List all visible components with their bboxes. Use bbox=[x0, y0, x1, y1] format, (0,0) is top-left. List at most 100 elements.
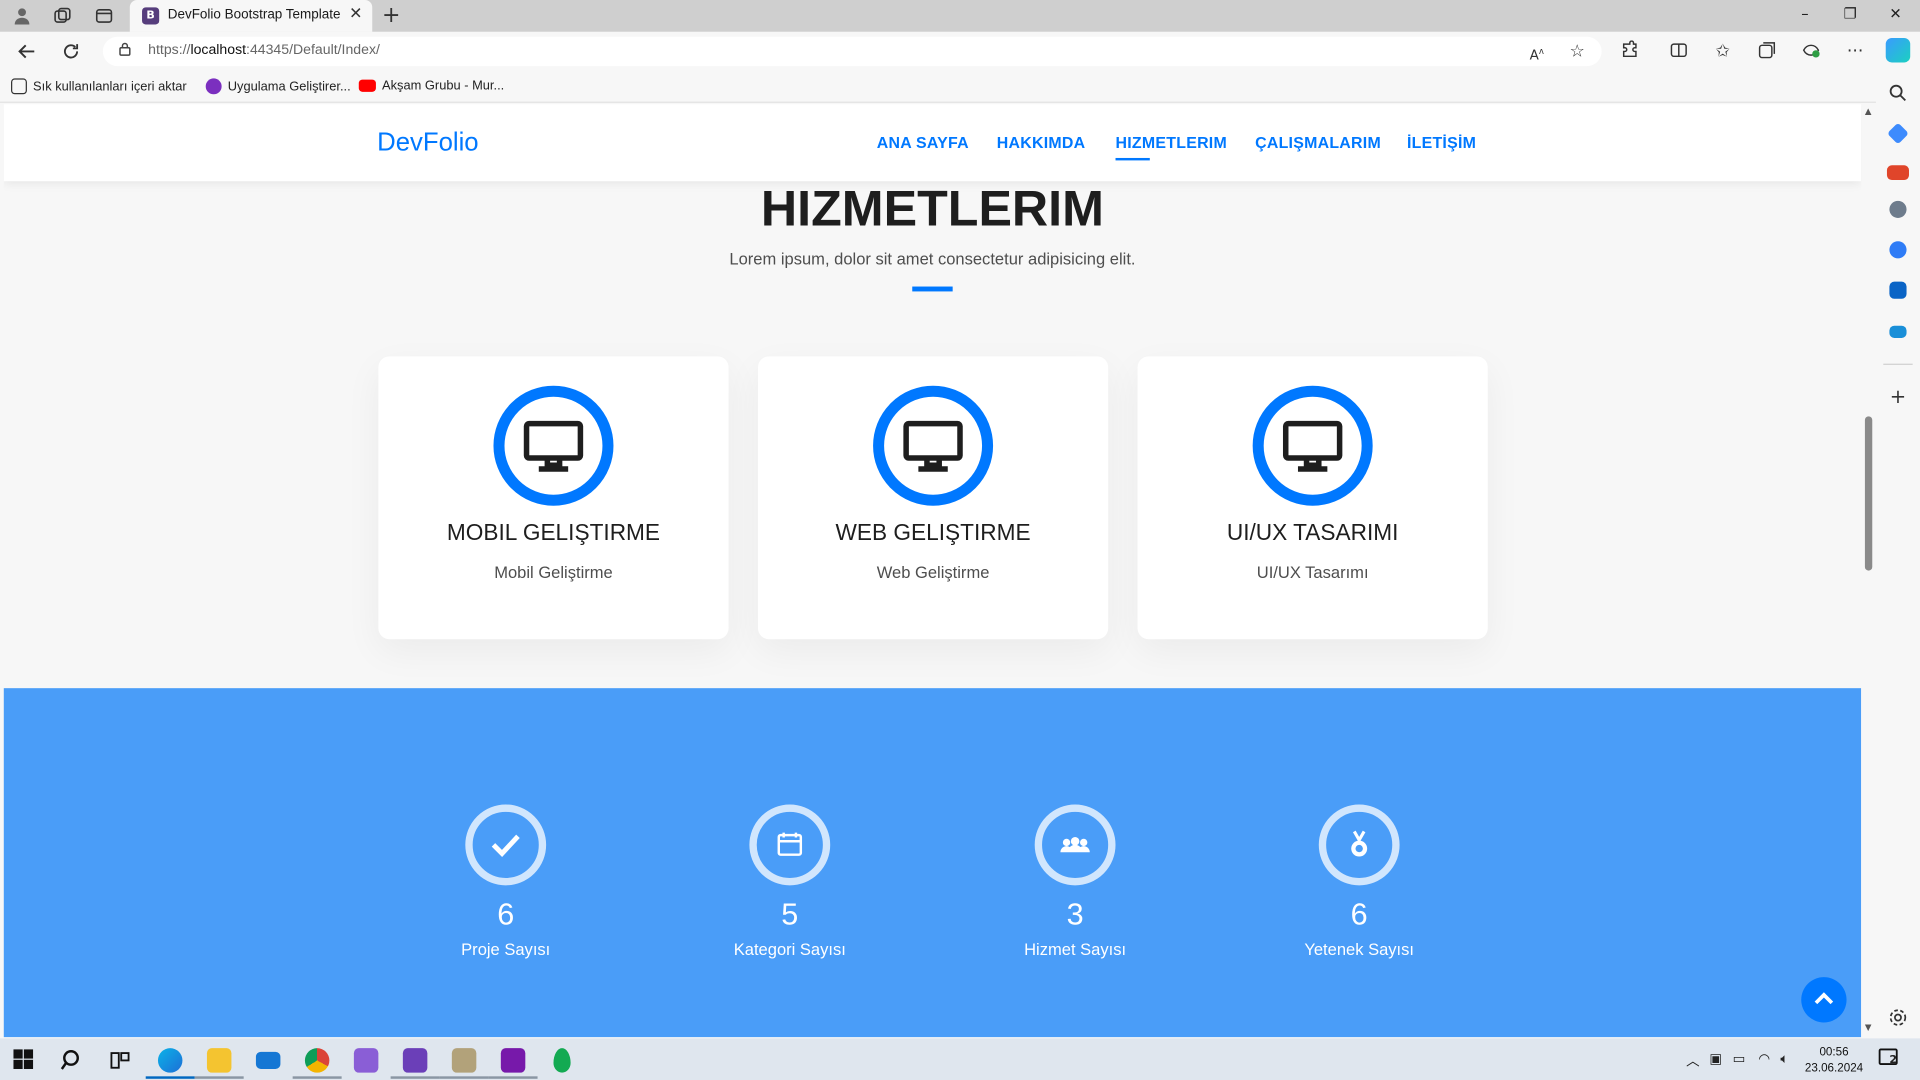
counter-value: 3 bbox=[1066, 897, 1084, 932]
visual-studio-icon[interactable] bbox=[353, 1048, 379, 1073]
nav-home[interactable]: ANA SAYFA bbox=[877, 133, 969, 151]
read-aloud-icon[interactable]: Aʌ bbox=[1526, 40, 1548, 64]
scroll-down-icon[interactable]: ▼ bbox=[1865, 1022, 1872, 1032]
add-icon[interactable]: + bbox=[1887, 385, 1909, 408]
service-card: MOBIL GELIŞTIRME Mobil Geliştirme bbox=[378, 356, 729, 640]
volume-icon[interactable]: 🔈︎ bbox=[1780, 1051, 1788, 1068]
collections-icon[interactable] bbox=[1756, 40, 1778, 62]
visual-studio-icon[interactable] bbox=[402, 1048, 428, 1073]
back-to-top-button[interactable] bbox=[1801, 977, 1847, 1023]
nav-services[interactable]: HIZMETLERIM bbox=[1116, 133, 1227, 151]
more-options-icon[interactable]: ··· bbox=[1844, 40, 1866, 62]
bookmark-app-dev[interactable]: Uygulama Geliştirer... bbox=[205, 78, 351, 95]
purple-app-icon bbox=[205, 78, 222, 95]
site-header: DevFolio ANA SAYFA HAKKIMDA HIZMETLERIM … bbox=[3, 104, 1862, 182]
back-icon[interactable] bbox=[16, 40, 38, 62]
nav-about[interactable]: HAKKIMDA bbox=[997, 133, 1086, 151]
outlook-icon[interactable] bbox=[1889, 281, 1907, 299]
settings-gear-icon[interactable] bbox=[1887, 1007, 1909, 1029]
tools-icon[interactable] bbox=[1886, 165, 1909, 181]
profile-icon[interactable] bbox=[12, 6, 32, 26]
wifi-icon[interactable]: ◠ bbox=[1758, 1051, 1770, 1067]
sidebar-divider bbox=[1883, 363, 1913, 365]
windows-start-icon[interactable] bbox=[12, 1048, 36, 1072]
clock-date: 23.06.2024 bbox=[1804, 1061, 1864, 1076]
extensions-icon[interactable] bbox=[1619, 40, 1641, 62]
workspaces-icon[interactable] bbox=[53, 6, 73, 26]
running-app-indicator bbox=[292, 1076, 342, 1079]
tab-title: DevFolio Bootstrap Template bbox=[167, 7, 341, 23]
counter-label: Hizmet Sayısı bbox=[1024, 940, 1127, 959]
bookmarks-bar: Sık kullanılanları içeri aktar Uygulama … bbox=[0, 71, 1920, 103]
chrome-icon[interactable] bbox=[304, 1048, 330, 1073]
games-icon[interactable] bbox=[1889, 200, 1907, 218]
bookmark-import[interactable]: Sık kullanılanları içeri aktar bbox=[11, 78, 187, 95]
counters-section: 6 Proje Sayısı 5 Kategori Sayısı 3 Hizme… bbox=[3, 688, 1862, 1038]
tab-actions-icon[interactable] bbox=[94, 6, 114, 26]
tray-device-icon[interactable]: ▣ bbox=[1709, 1051, 1722, 1067]
active-app-indicator bbox=[145, 1076, 195, 1079]
tab-close-icon[interactable]: ✕ bbox=[349, 5, 362, 23]
monitor-icon bbox=[873, 385, 994, 506]
shopping-tag-icon[interactable] bbox=[1887, 122, 1909, 145]
people-icon bbox=[1034, 804, 1116, 886]
scroll-thumb[interactable] bbox=[1864, 416, 1873, 571]
page-scrollbar[interactable]: ▲ ▼ bbox=[1861, 104, 1876, 1038]
award-icon bbox=[1318, 804, 1400, 886]
task-view-icon[interactable] bbox=[108, 1048, 132, 1072]
bookmark-youtube[interactable]: Akşam Grubu - Mur... bbox=[358, 78, 505, 94]
chevron-up-icon bbox=[1814, 992, 1834, 1005]
file-explorer-icon[interactable] bbox=[206, 1048, 232, 1073]
copilot-icon[interactable] bbox=[1885, 37, 1911, 63]
refresh-icon[interactable] bbox=[60, 40, 82, 62]
microsoft365-icon[interactable] bbox=[1889, 241, 1907, 259]
split-screen-icon[interactable] bbox=[1668, 40, 1690, 62]
running-app-indicator bbox=[390, 1076, 440, 1079]
running-app-indicator bbox=[194, 1076, 244, 1079]
favorites-icon[interactable]: ✩ bbox=[1712, 40, 1734, 62]
url-text[interactable]: https://localhost:44345/Default/Index/ bbox=[148, 43, 380, 58]
minimize-icon[interactable]: – bbox=[1795, 5, 1815, 22]
lock-icon[interactable] bbox=[114, 40, 136, 62]
browser-essentials-icon[interactable] bbox=[1800, 40, 1822, 62]
counter-label: Yetenek Sayısı bbox=[1304, 940, 1415, 959]
brand-logo[interactable]: DevFolio bbox=[377, 129, 478, 158]
restore-icon[interactable]: ❐ bbox=[1840, 5, 1860, 22]
browser-title-bar: B DevFolio Bootstrap Template ✕ + – ❐ ✕ bbox=[0, 0, 1920, 32]
section-subtitle: Lorem ipsum, dolor sit amet consectetur … bbox=[729, 249, 1136, 269]
search-icon[interactable] bbox=[60, 1048, 84, 1072]
check-icon bbox=[465, 804, 547, 886]
bootstrap-favicon-icon: B bbox=[142, 7, 160, 25]
bookmark-label: Uygulama Geliştirer... bbox=[227, 78, 351, 94]
service-card: WEB GELIŞTIRME Web Geliştirme bbox=[757, 356, 1109, 640]
notification-count: 2 bbox=[1889, 1054, 1898, 1067]
sql-server-icon[interactable] bbox=[451, 1048, 477, 1073]
mail-icon[interactable] bbox=[255, 1051, 281, 1069]
browser-tab[interactable]: B DevFolio Bootstrap Template ✕ bbox=[129, 0, 373, 32]
tray-chevron-icon[interactable]: ︿ bbox=[1686, 1051, 1699, 1071]
search-icon[interactable] bbox=[1887, 82, 1909, 104]
new-tab-icon[interactable]: + bbox=[382, 2, 400, 28]
service-text: Web Geliştirme bbox=[876, 563, 990, 582]
onenote-icon[interactable] bbox=[500, 1048, 526, 1073]
mongodb-icon[interactable] bbox=[553, 1048, 571, 1073]
counter-label: Kategori Sayısı bbox=[733, 940, 846, 959]
bookmark-label: Akşam Grubu - Mur... bbox=[382, 78, 505, 94]
system-clock[interactable]: 00:56 23.06.2024 bbox=[1805, 1044, 1863, 1076]
notification-icon[interactable]: 2 bbox=[1878, 1048, 1902, 1074]
counter-label: Proje Sayısı bbox=[461, 940, 551, 959]
scroll-up-icon[interactable]: ▲ bbox=[1865, 107, 1872, 117]
service-text: Mobil Geliştirme bbox=[494, 563, 613, 582]
battery-icon[interactable]: ▭ bbox=[1733, 1051, 1746, 1067]
section-title: HIZMETLERIM bbox=[760, 180, 1104, 237]
address-bar[interactable]: https://localhost:44345/Default/Index/ A… bbox=[102, 36, 1602, 67]
edge-icon[interactable] bbox=[157, 1048, 183, 1073]
nav-works[interactable]: ÇALIŞMALARIM bbox=[1255, 133, 1381, 151]
favorite-star-icon[interactable]: ☆ bbox=[1566, 40, 1588, 62]
browser-toolbar: https://localhost:44345/Default/Index/ A… bbox=[0, 31, 1920, 72]
monitor-icon bbox=[493, 385, 614, 506]
window-close-icon[interactable]: ✕ bbox=[1886, 5, 1906, 22]
drop-icon[interactable] bbox=[1889, 325, 1907, 338]
counter-value: 6 bbox=[1350, 897, 1368, 932]
nav-contact[interactable]: İLETİŞİM bbox=[1407, 133, 1476, 151]
